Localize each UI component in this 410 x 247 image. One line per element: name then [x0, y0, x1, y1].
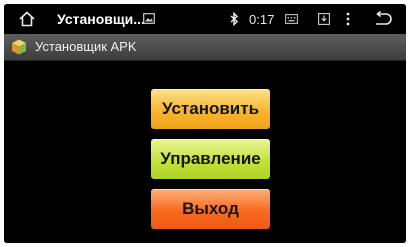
status-bar: Установщи... 0:17 [4, 4, 406, 34]
device-screen: Установщи... 0:17 Установщик APK Установ… [4, 4, 406, 243]
home-icon[interactable] [18, 10, 36, 28]
download-icon [318, 13, 330, 25]
app-title-bar: Установщик APK [4, 34, 406, 61]
status-bar-app-title: Установщи... [57, 11, 145, 27]
keyboard-icon [285, 14, 298, 24]
apk-installer-icon [12, 39, 26, 55]
clock: 0:17 [249, 12, 275, 27]
image-notification-icon [143, 13, 155, 24]
manage-button[interactable]: Управление [151, 139, 270, 179]
bluetooth-icon [230, 12, 239, 26]
overflow-menu-icon[interactable] [345, 12, 351, 26]
app-title: Установщик APK [35, 39, 137, 54]
exit-button[interactable]: Выход [151, 189, 270, 229]
back-icon[interactable] [373, 11, 393, 27]
main-content: Установить Управление Выход [4, 61, 406, 243]
install-button[interactable]: Установить [151, 89, 270, 129]
